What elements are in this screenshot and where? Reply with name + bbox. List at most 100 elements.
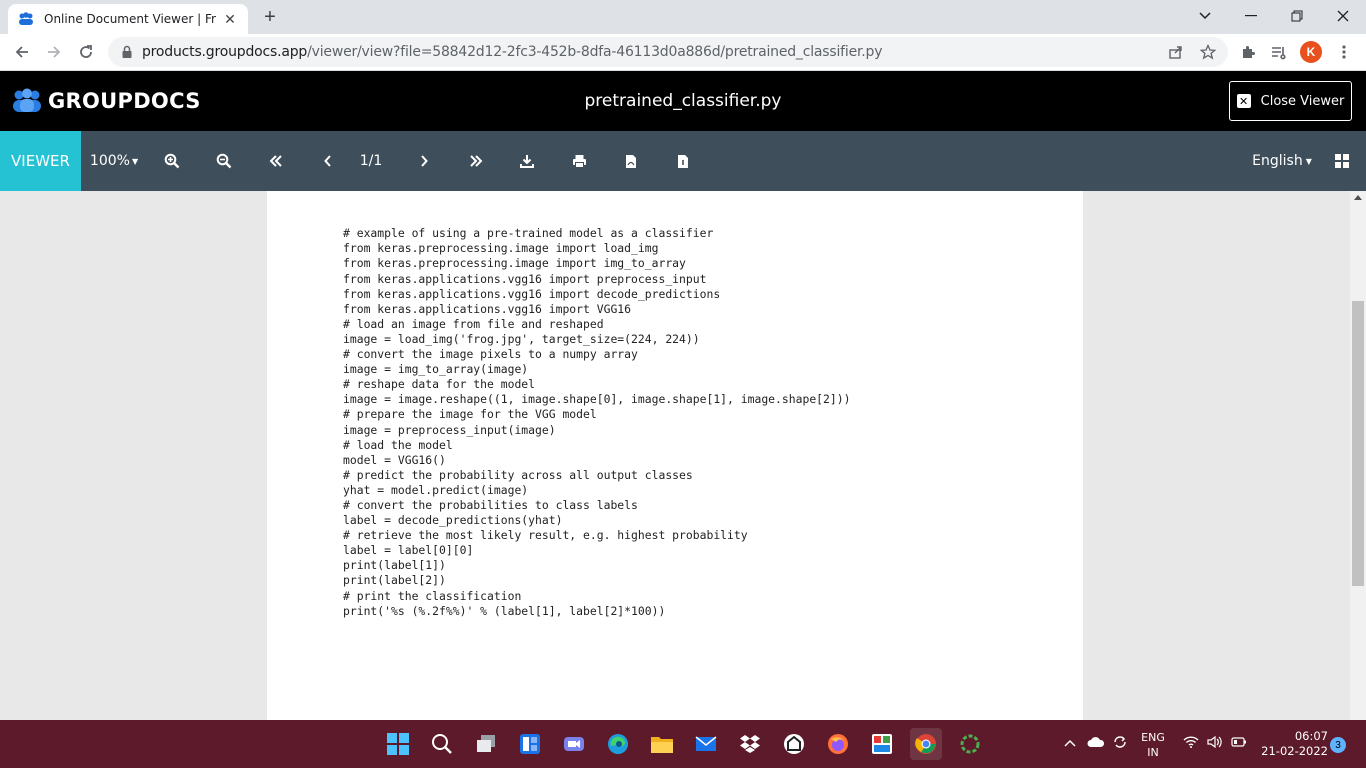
teams-chat-icon[interactable] bbox=[558, 728, 590, 760]
close-icon: ✕ bbox=[1236, 94, 1251, 108]
close-viewer-label: Close Viewer bbox=[1260, 93, 1345, 109]
code-line: model = VGG16() bbox=[343, 452, 446, 467]
battery-icon[interactable] bbox=[1230, 736, 1248, 751]
browser-tab[interactable]: Online Document Viewer | Free G ✕ bbox=[8, 4, 248, 34]
code-line: # example of using a pre-trained model a… bbox=[343, 226, 714, 241]
code-line: print(label[2]) bbox=[343, 573, 446, 588]
first-page-icon[interactable] bbox=[264, 149, 288, 173]
forward-arrow-icon[interactable] bbox=[42, 40, 66, 64]
language-dropdown[interactable]: English ▼ bbox=[1250, 149, 1314, 173]
app-circle-icon[interactable] bbox=[778, 728, 810, 760]
language-code: ENG bbox=[1141, 731, 1165, 744]
firefox-icon[interactable] bbox=[822, 728, 854, 760]
wifi-icon[interactable] bbox=[1182, 736, 1200, 752]
tab-search-chevron-icon[interactable] bbox=[1182, 0, 1228, 32]
close-viewer-button[interactable]: ✕ Close Viewer bbox=[1229, 81, 1352, 121]
code-line: label = decode_predictions(yhat) bbox=[343, 513, 563, 528]
onedrive-cloud-icon[interactable] bbox=[1086, 736, 1106, 752]
sync-icon[interactable] bbox=[1110, 734, 1130, 754]
groupdocs-favicon-icon bbox=[18, 11, 34, 27]
search-icon[interactable] bbox=[426, 728, 458, 760]
code-line: # prepare the image for the VGG model bbox=[343, 407, 597, 422]
code-line: # convert the image pixels to a numpy ar… bbox=[343, 347, 638, 362]
code-line: # retrieve the most likely result, e.g. … bbox=[343, 528, 748, 543]
language-region: IN bbox=[1147, 746, 1159, 759]
viewer-mode-label: VIEWER bbox=[0, 131, 81, 191]
code-line: # load the model bbox=[343, 437, 453, 452]
app-header: GROUPDOCS pretrained_classifier.py ✕ Clo… bbox=[0, 71, 1366, 131]
code-line: image = image.reshape((1, image.shape[0]… bbox=[343, 392, 851, 407]
input-language-indicator[interactable]: ENG IN bbox=[1136, 730, 1170, 760]
scroll-up-arrow-icon[interactable] bbox=[1354, 195, 1362, 200]
browser-toolbar: products.groupdocs.app/viewer/view?file=… bbox=[0, 34, 1366, 71]
document-viewport[interactable]: """ # example of using a pre-trained mod… bbox=[0, 191, 1350, 720]
reload-icon[interactable] bbox=[74, 40, 98, 64]
code-line: print(label[1]) bbox=[343, 558, 446, 573]
edge-browser-icon[interactable] bbox=[602, 728, 634, 760]
browser-tab-title: Online Document Viewer | Free G bbox=[44, 12, 216, 26]
system-clock[interactable]: 06:07 21-02-2022 bbox=[1256, 729, 1328, 759]
mail-icon[interactable] bbox=[690, 728, 722, 760]
url-text: products.groupdocs.app/viewer/view?file=… bbox=[142, 44, 883, 60]
zoom-dropdown[interactable]: 100% ▼ bbox=[90, 149, 138, 173]
code-line: yhat = model.predict(image) bbox=[343, 482, 529, 497]
clock-date: 21-02-2022 bbox=[1261, 744, 1328, 758]
thumbnails-grid-icon[interactable] bbox=[1330, 149, 1354, 173]
url-path: /viewer/view?file=58842d12-2fc3-452b-8df… bbox=[307, 44, 883, 60]
code-line: from keras.preprocessing.image import im… bbox=[343, 256, 686, 271]
code-line: from keras.applications.vgg16 import pre… bbox=[343, 271, 707, 286]
share-icon[interactable] bbox=[1164, 40, 1188, 64]
download-icon[interactable] bbox=[515, 149, 539, 173]
caret-down-icon: ▼ bbox=[1305, 156, 1312, 166]
code-line: image = preprocess_input(image) bbox=[343, 422, 556, 437]
language-value: English bbox=[1252, 153, 1303, 169]
show-hidden-icons-chevron-icon[interactable] bbox=[1062, 736, 1078, 751]
clock-time: 06:07 bbox=[1294, 729, 1328, 743]
widgets-icon[interactable] bbox=[514, 728, 546, 760]
lock-icon bbox=[120, 45, 134, 59]
reading-list-icon[interactable] bbox=[1267, 40, 1291, 64]
task-view-icon[interactable] bbox=[470, 728, 502, 760]
next-page-icon[interactable] bbox=[412, 149, 436, 173]
url-host: products.groupdocs.app bbox=[142, 44, 308, 60]
previous-page-icon[interactable] bbox=[316, 149, 340, 173]
code-line: image = load_img('frog.jpg', target_size… bbox=[343, 331, 700, 346]
pdf-file-icon[interactable] bbox=[619, 149, 643, 173]
page-indicator: 1/1 bbox=[359, 153, 383, 169]
address-bar[interactable]: products.groupdocs.app/viewer/view?file=… bbox=[108, 37, 1228, 67]
restore-button[interactable] bbox=[1274, 0, 1320, 32]
code-line: # load an image from file and reshaped bbox=[343, 316, 604, 331]
browser-tab-strip: Online Document Viewer | Free G ✕ + bbox=[0, 0, 1366, 34]
minimize-button[interactable] bbox=[1228, 0, 1274, 32]
code-line: print('%s (%.2f%%)' % (label[1], label[2… bbox=[343, 603, 666, 618]
file-explorer-icon[interactable] bbox=[646, 728, 678, 760]
close-window-button[interactable] bbox=[1320, 0, 1366, 32]
caret-down-icon: ▼ bbox=[131, 156, 139, 166]
tab-close-icon[interactable]: ✕ bbox=[222, 11, 238, 27]
scrollbar-thumb[interactable] bbox=[1352, 301, 1364, 586]
new-tab-button[interactable]: + bbox=[260, 6, 280, 28]
notification-count-badge[interactable]: 3 bbox=[1330, 737, 1346, 753]
loading-ring-icon[interactable] bbox=[954, 728, 986, 760]
last-page-icon[interactable] bbox=[464, 149, 488, 173]
wps-office-icon[interactable] bbox=[866, 728, 898, 760]
file-info-icon[interactable] bbox=[671, 149, 695, 173]
profile-avatar[interactable]: K bbox=[1300, 41, 1322, 63]
print-icon[interactable] bbox=[567, 149, 591, 173]
vertical-scrollbar[interactable] bbox=[1350, 191, 1366, 720]
browser-menu-icon[interactable] bbox=[1332, 40, 1356, 64]
bookmark-star-icon[interactable] bbox=[1196, 40, 1220, 64]
windows-taskbar: ENG IN 06:07 21-02-2022 bbox=[0, 720, 1366, 768]
back-arrow-icon[interactable] bbox=[10, 40, 34, 64]
windows-start-icon[interactable] bbox=[382, 728, 414, 760]
code-line: # predict the probability across all out… bbox=[343, 467, 693, 482]
volume-icon[interactable] bbox=[1206, 735, 1224, 752]
extensions-puzzle-icon[interactable] bbox=[1236, 40, 1260, 64]
zoom-out-icon[interactable] bbox=[212, 149, 236, 173]
dropbox-icon[interactable] bbox=[734, 728, 766, 760]
zoom-in-icon[interactable] bbox=[160, 149, 184, 173]
chrome-icon[interactable] bbox=[910, 728, 942, 760]
code-line: from keras.applications.vgg16 import dec… bbox=[343, 286, 721, 301]
